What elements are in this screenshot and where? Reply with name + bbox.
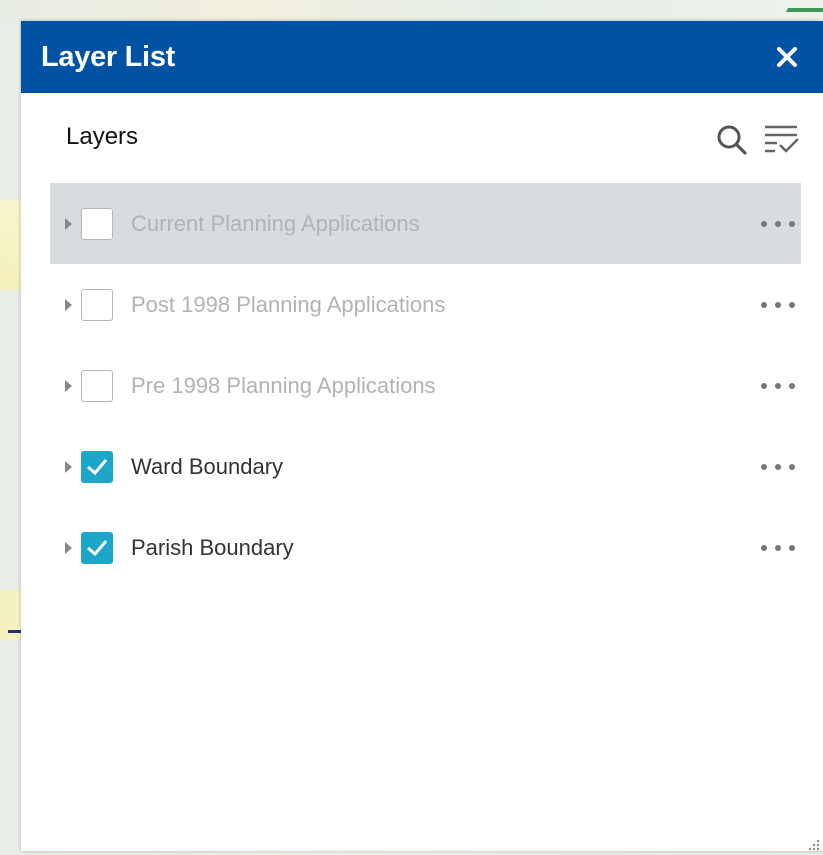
panel-header[interactable]: Layer List [21, 21, 823, 93]
layers-heading: Layers [66, 123, 139, 150]
dot-icon [789, 382, 795, 389]
expand-arrow-icon[interactable] [65, 541, 72, 554]
dot-icon [789, 463, 795, 470]
map-road-feature [0, 200, 22, 290]
layer-row-current-planning-applications[interactable]: Current Planning Applications [50, 183, 801, 264]
resize-handle-icon[interactable] [806, 837, 820, 851]
map-boundary-line [8, 630, 22, 633]
dot-icon [775, 382, 781, 389]
close-icon [777, 47, 797, 67]
layer-label: Current Planning Applications [131, 210, 420, 236]
expand-arrow-icon[interactable] [65, 217, 72, 230]
dot-icon [761, 463, 767, 470]
panel-title: Layer List [41, 40, 175, 73]
dot-icon [789, 544, 795, 551]
dot-icon [789, 220, 795, 227]
filter-list-icon[interactable] [762, 121, 802, 157]
layer-row-parish-boundary[interactable]: Parish Boundary [50, 507, 801, 588]
layer-label: Post 1998 Planning Applications [131, 291, 446, 317]
layer-label: Pre 1998 Planning Applications [131, 372, 436, 398]
layer-checkbox[interactable] [81, 369, 113, 402]
more-options-button[interactable] [761, 300, 795, 310]
expand-arrow-icon[interactable] [65, 379, 72, 392]
checkmark-icon [87, 458, 108, 475]
layer-checkbox[interactable] [81, 450, 113, 483]
layer-row-ward-boundary[interactable]: Ward Boundary [50, 426, 801, 507]
more-options-button[interactable] [761, 381, 795, 391]
more-options-button[interactable] [761, 543, 795, 553]
more-options-button[interactable] [761, 462, 795, 472]
dot-icon [775, 463, 781, 470]
expand-arrow-icon[interactable] [65, 460, 72, 473]
layer-label: Parish Boundary [131, 534, 294, 560]
more-options-button[interactable] [761, 219, 795, 229]
dot-icon [789, 301, 795, 308]
dot-icon [775, 544, 781, 551]
dot-icon [761, 382, 767, 389]
layers-toolbar: Layers [21, 93, 823, 183]
expand-arrow-icon[interactable] [65, 298, 72, 311]
dot-icon [761, 301, 767, 308]
layer-checkbox[interactable] [81, 207, 113, 240]
dot-icon [775, 220, 781, 227]
close-button[interactable] [773, 43, 801, 71]
layer-label: Ward Boundary [131, 453, 284, 479]
dot-icon [775, 301, 781, 308]
layer-row-pre-1998-planning-applications[interactable]: Pre 1998 Planning Applications [50, 345, 801, 426]
map-top-strip [0, 0, 823, 22]
checkmark-icon [87, 539, 108, 556]
dot-icon [761, 220, 767, 227]
dot-icon [761, 544, 767, 551]
search-icon[interactable] [714, 122, 750, 158]
layer-list: Current Planning Applications Post 1998 … [50, 183, 801, 588]
layer-checkbox[interactable] [81, 288, 113, 321]
layer-row-post-1998-planning-applications[interactable]: Post 1998 Planning Applications [50, 264, 801, 345]
layer-checkbox[interactable] [81, 531, 113, 564]
